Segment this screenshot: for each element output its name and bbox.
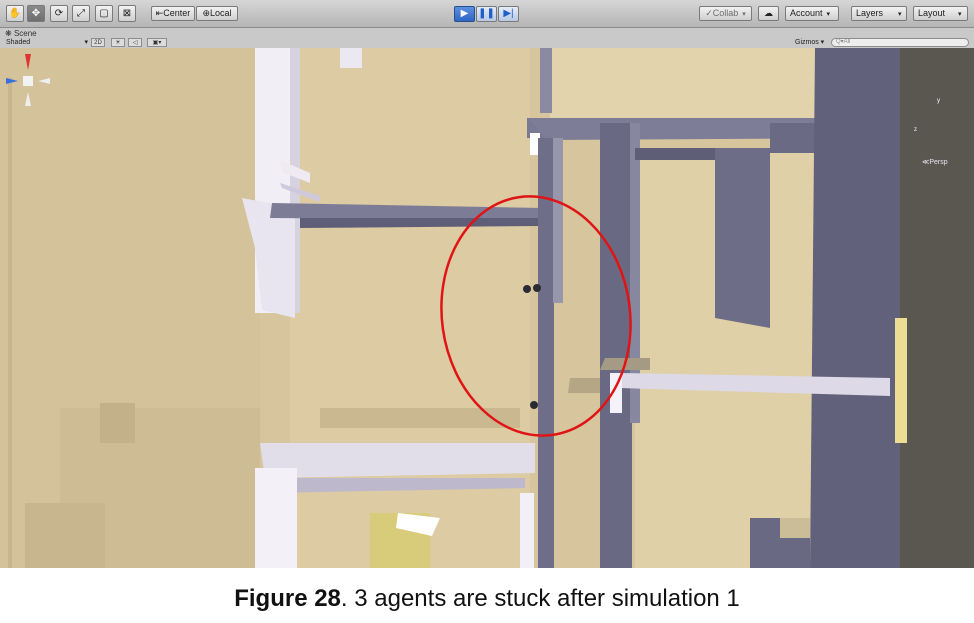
scale-tool-button[interactable]: ⤢ [72,5,90,22]
account-label: Account [790,8,823,18]
figure-label: Figure 28 [234,585,341,612]
checkmark-icon: ✓ [705,8,713,18]
tab-scene[interactable]: ❋ Scene [5,29,37,38]
gizmo-cube [23,76,33,86]
scene-tab-label: Scene [13,29,37,38]
outside-area [900,48,974,568]
lower-white-post [255,468,297,568]
layout-label: Layout [918,8,946,18]
wall-block [715,148,770,328]
cloud-icon: ☁ [764,8,773,18]
chevron-down-icon: ▾ [742,11,746,18]
scene-icon: ❋ [5,29,12,38]
y-axis-cone [25,54,31,70]
account-dropdown[interactable]: Account ▾ [785,6,839,21]
step-icon: ▶| [503,8,514,19]
yellow-door [895,318,907,443]
scene-search-input[interactable]: Q▾All [831,38,969,47]
lighting-toggle[interactable]: ☀ [111,38,125,47]
agent [530,401,538,409]
agent [523,285,531,293]
sun-icon: ☀ [115,40,121,46]
white-wall-top [340,48,362,68]
wall [540,48,552,113]
gizmos-label: Gizmos [795,39,819,46]
rect-tool-button[interactable]: ▢ [95,5,113,22]
chevron-down-icon: ▾ [818,39,825,46]
caption-text: . 3 agents are stuck after simulation 1 [340,585,740,612]
white-post [520,493,534,568]
play-button[interactable]: ▶ [454,6,475,22]
wall-column [600,123,632,568]
cloud-button[interactable]: ☁ [758,6,779,21]
speaker-icon: ◁ [132,40,138,46]
pivot-center-button[interactable]: ⇤Center [151,6,195,21]
perspective-toggle[interactable]: ≪Persp [922,158,948,166]
scene-render [0,48,974,568]
central-wall [538,138,554,568]
scene-viewport[interactable]: y z ≪Persp [0,48,974,568]
layers-label: Layers [856,8,884,18]
floor-edge [320,408,520,428]
scene-toolbar: ❋ Scene Shaded ▾ 2D ☀ ◁ ▣▾ Gizmos ▾ Q▾All [0,28,974,49]
layout-dropdown[interactable]: Layout ▾ [913,6,968,21]
pause-icon: ❚❚ [478,8,495,19]
move-tool-button[interactable]: ✥ [27,5,45,22]
neg-y-cone [25,92,31,106]
z-axis-cone [6,78,18,84]
chevron-down-icon: ▾ [958,11,962,18]
right-outer-wall [810,48,900,568]
move-icon: ✥ [31,8,41,19]
pivot-center-label: Center [163,8,191,18]
ledge [568,378,600,393]
chevron-down-icon: ▾ [84,39,88,46]
play-icon: ▶ [460,8,469,19]
effects-dropdown[interactable]: ▣▾ [147,38,167,47]
rotate-tool-button[interactable]: ⟳ [50,5,68,22]
rect-icon: ▢ [99,8,109,19]
figure-caption: Figure 28. 3 agents are stuck after simu… [0,585,974,613]
lower-white-wall [260,443,535,478]
hand-icon: ✋ [8,8,22,19]
gizmo-y-label: y [937,98,940,104]
gizmo-z-label: z [914,127,917,133]
chevron-down-icon: ▾ [826,11,831,18]
agent [533,284,541,292]
pivot-local-label: Local [210,8,232,18]
mode-2d-label: 2D [94,40,102,46]
mode-2d-toggle[interactable]: 2D [91,38,105,47]
central-wall-face [553,138,563,303]
globe-icon: ⊕ [202,8,211,18]
top-room-floor [550,48,820,118]
floor-step [25,503,105,568]
layers-dropdown[interactable]: Layers ▾ [851,6,907,21]
chevron-down-icon: ▾ [898,11,902,18]
image-icon: ▣▾ [152,40,162,46]
box-top [780,518,810,538]
hand-tool-button[interactable]: ✋ [6,5,24,22]
floor-seam [8,78,12,568]
transform-tool-button[interactable]: ⊠ [118,5,136,22]
search-placeholder: Q▾All [836,39,851,45]
transform-icon: ⊠ [122,8,132,19]
collab-dropdown[interactable]: ✓Collab ▾ [699,6,752,21]
x-axis-cone [38,78,50,84]
rotate-icon: ⟳ [54,8,64,19]
shading-dropdown[interactable]: Shaded ▾ [6,38,88,47]
scale-icon: ⤢ [77,8,85,19]
wall-ledge [635,148,715,160]
floor-step [100,403,135,443]
step-button[interactable]: ▶| [498,6,519,22]
persp-label: Persp [929,159,948,166]
collab-label: Collab [712,8,739,18]
audio-toggle[interactable]: ◁ [128,38,142,47]
toolbar: ✋ ✥ ⟳ ⤢ ▢ ⊠ ⇤Center ⊕Local ▶ ❚❚ ▶| ✓Coll… [0,0,974,28]
pause-button[interactable]: ❚❚ [476,6,497,22]
pivot-local-button[interactable]: ⊕Local [196,6,238,21]
gizmos-dropdown[interactable]: Gizmos ▾ [795,38,827,47]
shading-label: Shaded [6,39,31,46]
orientation-gizmo[interactable] [0,48,56,118]
